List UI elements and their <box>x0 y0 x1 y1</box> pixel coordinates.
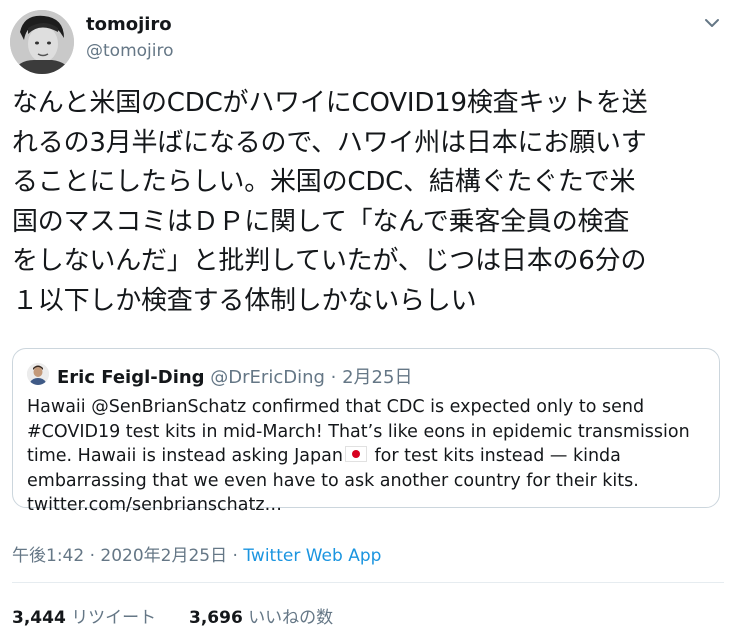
tweet-source-link[interactable]: Twitter Web App <box>243 546 381 566</box>
meta-separator: · <box>227 546 244 566</box>
tweet-text: なんと米国のCDCがハワイにCOVID19検査キットを送 れるの3月半ばになるの… <box>12 88 648 316</box>
quoted-avatar-photo <box>27 363 49 385</box>
tweet-card: tomojiro @tomojiro なんと米国のCDCがハワイにCOVID19… <box>0 0 737 636</box>
quoted-author-name[interactable]: Eric Feigl-Ding <box>57 367 205 388</box>
meta-separator: · <box>84 546 101 566</box>
tweet-date[interactable]: 2020年2月25日 <box>100 546 227 566</box>
quoted-tweet[interactable]: Eric Feigl-Ding @DrEricDing · 2月25日 Hawa… <box>12 348 720 515</box>
quoted-separator: · <box>324 367 343 388</box>
retweets-stat[interactable]: 3,444 リツイート <box>12 608 156 628</box>
author-avatar[interactable] <box>10 10 74 74</box>
author-handle[interactable]: @tomojiro <box>86 41 174 61</box>
retweets-count: 3,444 <box>12 608 66 628</box>
tweet-stats: 3,444 リツイート 3,696 いいねの数 <box>12 603 333 628</box>
tweet-time[interactable]: 午後1:42 <box>12 546 84 566</box>
author-name[interactable]: tomojiro <box>86 14 172 35</box>
avatar-photo <box>10 10 74 74</box>
japan-flag-icon <box>344 446 367 462</box>
quoted-text: Hawaii @SenBrianSchatz confirmed that CD… <box>27 395 711 518</box>
likes-stat[interactable]: 3,696 いいねの数 <box>189 608 333 628</box>
chevron-down-icon[interactable] <box>701 14 723 32</box>
likes-label: いいねの数 <box>248 608 334 628</box>
quoted-date[interactable]: 2月25日 <box>342 367 412 388</box>
quoted-header: Eric Feigl-Ding @DrEricDing · 2月25日 <box>57 363 412 389</box>
tweet-meta: 午後1:42 · 2020年2月25日 · Twitter Web App <box>12 541 381 566</box>
divider <box>12 582 724 583</box>
quoted-author-avatar[interactable] <box>27 363 49 385</box>
retweets-label: リツイート <box>71 608 157 628</box>
quoted-author-handle[interactable]: @DrEricDing <box>210 367 325 388</box>
likes-count: 3,696 <box>189 608 243 628</box>
